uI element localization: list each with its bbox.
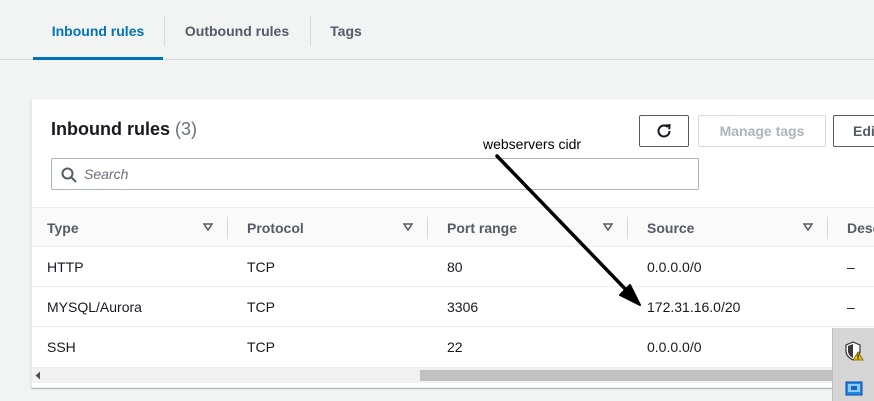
tab-tags[interactable]: Tags <box>311 0 381 59</box>
manage-tags-button[interactable]: Manage tags <box>698 115 826 147</box>
column-separator[interactable] <box>227 217 228 239</box>
sort-icon[interactable] <box>203 222 213 232</box>
cell-port-range: 80 <box>447 259 463 275</box>
refresh-button[interactable] <box>639 115 689 147</box>
edit-inbound-rules-button[interactable]: Edi <box>833 115 874 147</box>
sort-icon[interactable] <box>803 222 813 232</box>
search-box <box>51 158 699 190</box>
cell-source: 172.31.16.0/20 <box>647 299 741 315</box>
shield-warning-icon[interactable] <box>844 341 864 361</box>
sort-icon[interactable] <box>603 222 613 232</box>
table-row[interactable]: HTTP TCP 80 0.0.0.0/0 – <box>32 247 874 287</box>
column-header-source[interactable]: Source <box>647 208 694 247</box>
table-row[interactable]: MYSQL/Aurora TCP 3306 172.31.16.0/20 – <box>32 287 874 327</box>
cell-description: – <box>847 299 855 315</box>
cell-port-range: 22 <box>447 339 463 355</box>
cell-protocol: TCP <box>247 339 275 355</box>
cell-description: – <box>847 259 855 275</box>
panel-title-text: Inbound rules <box>51 119 170 139</box>
cell-type: HTTP <box>47 259 84 275</box>
cell-protocol: TCP <box>247 259 275 275</box>
table-row[interactable]: SSH TCP 22 0.0.0.0/0 <box>32 327 874 367</box>
column-separator[interactable] <box>627 217 628 239</box>
cell-protocol: TCP <box>247 299 275 315</box>
search-icon <box>61 167 77 183</box>
sort-icon[interactable] <box>403 222 413 232</box>
refresh-icon <box>657 124 671 138</box>
cell-type: MYSQL/Aurora <box>47 299 142 315</box>
scrollbar-thumb[interactable] <box>420 370 840 381</box>
column-header-description[interactable]: Desc <box>847 208 874 247</box>
search-input[interactable] <box>84 159 684 189</box>
table-header: Type Protocol Port range Source Desc <box>32 207 874 247</box>
column-separator[interactable] <box>427 217 428 239</box>
scroll-left-arrow-icon[interactable] <box>34 371 42 380</box>
inbound-rules-panel: Inbound rules (3) Manage tags Edi Type P… <box>31 98 874 388</box>
tab-outbound-rules[interactable]: Outbound rules <box>165 0 309 59</box>
cell-type: SSH <box>47 339 76 355</box>
system-tray <box>832 328 874 401</box>
tab-inbound-rules[interactable]: Inbound rules <box>33 0 163 60</box>
rule-count: (3) <box>175 119 198 139</box>
column-header-protocol[interactable]: Protocol <box>247 208 304 247</box>
cell-source: 0.0.0.0/0 <box>647 259 702 275</box>
cell-port-range: 3306 <box>447 299 479 315</box>
annotation-label: webservers cidr <box>483 136 582 152</box>
horizontal-scrollbar[interactable] <box>32 367 874 383</box>
column-header-type[interactable]: Type <box>47 208 79 247</box>
column-separator[interactable] <box>827 217 828 239</box>
panel-title: Inbound rules (3) <box>51 119 197 140</box>
column-header-port-range[interactable]: Port range <box>447 208 517 247</box>
tab-bar: Inbound rules Outbound rules Tags <box>0 0 874 60</box>
network-icon[interactable] <box>844 378 864 398</box>
cell-source: 0.0.0.0/0 <box>647 339 702 355</box>
